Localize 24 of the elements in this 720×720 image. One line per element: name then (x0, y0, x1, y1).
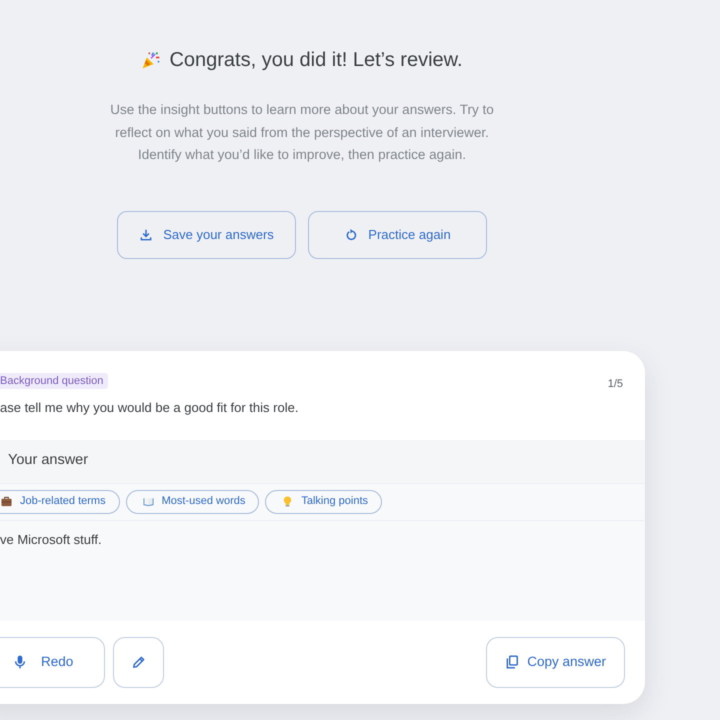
answer-text: ve Microsoft stuff. (0, 530, 103, 548)
save-answers-button[interactable]: Save your answers (117, 210, 296, 258)
refresh-icon (344, 228, 358, 242)
copy-answer-button[interactable]: Copy answer (486, 636, 625, 688)
book-icon (142, 496, 154, 507)
question-text: ase tell me why you would be a good fit for this role. (0, 398, 300, 416)
pencil-icon (132, 655, 146, 669)
insight-chip[interactable]: Job-related terms (0, 490, 120, 514)
party-popper-icon (141, 50, 162, 70)
question-counter: 1/5 (608, 376, 623, 392)
intro-text: Use the insight buttons to learn more about your answers. Try to reflect on what you said from the perspective of an interviewer. Identify what you’d like to improve, then practice again. (109, 101, 495, 164)
microphone-icon (13, 655, 27, 669)
download-icon (139, 228, 154, 242)
answer-heading: Your answer (8, 451, 88, 470)
insight-chip[interactable]: Talking points (265, 490, 382, 514)
practice-again-button[interactable]: Practice again (308, 210, 487, 258)
redo-button[interactable]: Redo (0, 636, 106, 688)
lightbulb-icon (282, 496, 294, 507)
edit-button[interactable] (113, 636, 164, 688)
page-title: Congrats, you did it! Let’s review. (169, 48, 463, 73)
briefcase-icon (1, 496, 12, 507)
copy-icon (505, 655, 520, 669)
category-tag: Background question (0, 372, 108, 388)
insight-chip[interactable]: Most-used words (126, 490, 260, 514)
